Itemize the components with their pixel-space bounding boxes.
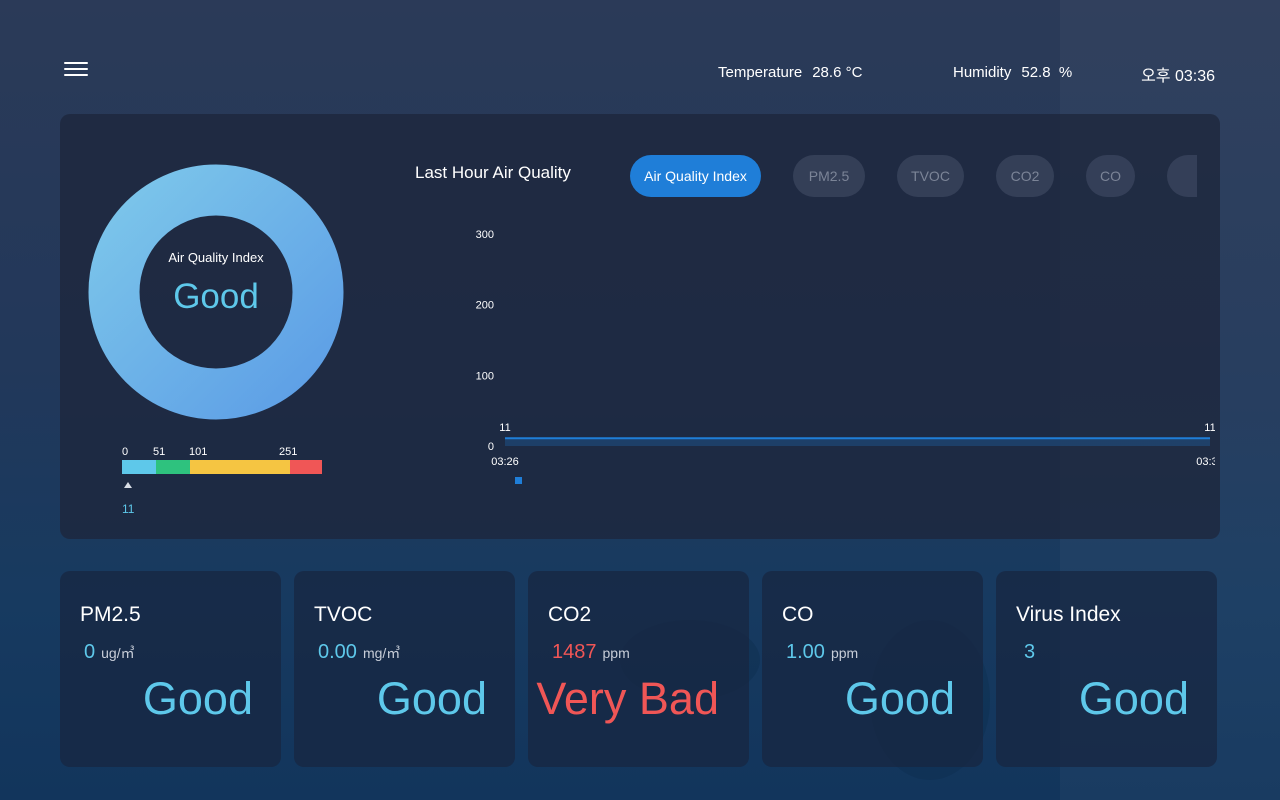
scale-segment-good [122,460,156,474]
card-value: 1.00 [786,641,825,663]
main-panel: Air Quality Index Good 0 51 101 251 11 L… [60,114,1220,539]
hamburger-menu-icon[interactable] [64,62,88,82]
scale-tick: 51 [153,446,166,458]
aqi-current-value: 11 [122,502,135,516]
card-status: Good [844,673,955,724]
card-value-row: 0 ug/㎥ [84,641,135,664]
scale-tick: 101 [189,446,208,458]
humidity-label: Humidity [953,64,1012,81]
tab-air-quality-index[interactable]: Air Quality Index [630,155,761,197]
card-status: Good [142,673,253,724]
card-value-row: 1.00 ppm [786,641,858,664]
legend-marker [515,477,522,484]
card-tvoc[interactable]: TVOC 0.00 mg/㎥ Good [294,571,515,767]
y-tick-label: 200 [476,300,494,312]
card-title: TVOC [314,603,373,626]
scale-segment-unhealthy [190,460,290,474]
scale-tick: 251 [279,446,298,458]
chart-title: Last Hour Air Quality [415,163,571,182]
card-pm25[interactable]: PM2.5 0 ug/㎥ Good [60,571,281,767]
humidity-value: 52.8 % [1021,64,1073,81]
card-co2[interactable]: CO2 1487 ppm Very Bad [528,571,749,767]
temperature-value: 28.6 °C [812,64,863,81]
y-tick-label: 300 [476,229,494,241]
tab-co[interactable]: CO [1086,155,1135,197]
humidity-readout: Humidity 52.8 % [953,64,1072,81]
tab-tvoc[interactable]: TVOC [897,155,964,197]
card-value: 0.00 [318,641,357,663]
y-tick-label: 0 [488,441,494,453]
tab-more-partial[interactable] [1167,155,1197,197]
card-title: CO2 [548,603,592,626]
card-unit: mg/㎥ [362,645,401,661]
x-tick-label: 03:26 [491,456,519,468]
card-title: Virus Index [1016,603,1121,626]
card-value: 3 [1024,641,1036,663]
x-tick-label: 03:36 [1196,456,1215,468]
card-unit: ppm [830,645,859,661]
scale-marker-icon [124,482,132,488]
card-virus-index[interactable]: Virus Index 3 Good [996,571,1217,767]
card-unit: ug/㎥ [101,645,135,661]
card-value-row: 1487 ppm [552,641,630,664]
aqi-scale-bar [122,460,322,474]
scale-tick: 0 [122,446,129,458]
top-bar: Temperature 28.6 °C Humidity 52.8 % 오후 03:… [0,0,1280,110]
tab-pm25[interactable]: PM2.5 [793,155,865,197]
scale-segment-moderate [156,460,190,474]
card-status: Good [1078,673,1189,724]
card-co[interactable]: CO 1.00 ppm Good [762,571,983,767]
clock: 오후 03:36 [1141,68,1215,85]
aqi-line-chart: 0 100 200 300 11 11 03:26 03:36 [476,229,1215,484]
temperature-readout: Temperature 28.6 °C [718,64,862,81]
data-label: 11 [499,422,510,434]
card-title: PM2.5 [80,603,141,626]
y-tick-label: 100 [476,370,494,382]
card-value-row: 0.00 mg/㎥ [318,641,400,664]
tab-co2[interactable]: CO2 [996,155,1054,197]
card-value: 1487 [552,641,597,663]
card-status: Good [376,673,487,724]
data-label: 11 [1204,422,1215,434]
scale-segment-very-bad [290,460,322,474]
card-unit: ppm [602,645,630,661]
temperature-label: Temperature [718,64,803,81]
aqi-status: Good [173,277,259,316]
series-area [505,438,1210,446]
aqi-label: Air Quality Index [168,250,264,265]
card-status: Very Bad [536,673,719,724]
card-value: 0 [84,641,96,663]
card-value-row: 3 [1024,641,1041,664]
card-title: CO [782,603,814,626]
